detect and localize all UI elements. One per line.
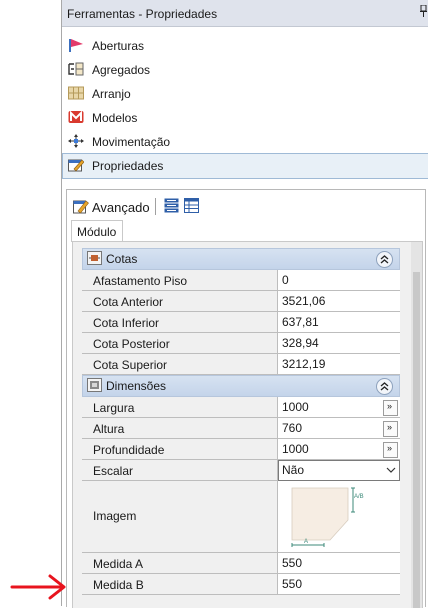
property-value-field[interactable]: 1000 »: [278, 439, 400, 459]
property-name: Escalar: [93, 464, 134, 478]
property-value: 3521,06: [282, 294, 326, 308]
categorized-view-icon[interactable]: [164, 198, 179, 213]
property-name: Cota Inferior: [93, 316, 160, 330]
property-value: 1000: [282, 442, 309, 456]
pin-icon[interactable]: [420, 5, 427, 17]
property-name: Imagem: [93, 509, 137, 523]
property-value: 328,94: [282, 336, 319, 350]
tool-aberturas[interactable]: Aberturas: [62, 33, 428, 57]
property-rows: Cotas Afastamento Piso 0 Cota Anterior 3…: [82, 248, 400, 595]
property-value-field[interactable]: 3521,06: [278, 291, 400, 311]
property-value-field[interactable]: 328,94: [278, 333, 400, 353]
thumb-side-label: A/B: [354, 494, 364, 500]
cotas-icon: [87, 251, 102, 265]
movimentacao-icon: [68, 134, 84, 148]
vertical-scrollbar[interactable]: [411, 242, 422, 608]
property-row: Cota Posterior 328,94: [82, 333, 400, 354]
tool-arranjo[interactable]: Arranjo: [62, 81, 428, 105]
property-row: Altura 760 »: [82, 418, 400, 439]
tool-label: Agregados: [92, 63, 151, 77]
tab-modulo[interactable]: Módulo: [71, 220, 123, 242]
property-value: 760: [282, 421, 303, 435]
property-value-field[interactable]: 1000 »: [278, 397, 400, 417]
property-row: Escalar Não: [82, 460, 400, 481]
properties-panel: Ferramentas - Propriedades Aberturas Agr…: [61, 0, 428, 608]
ellipsis-button[interactable]: »: [383, 400, 398, 416]
panel-title-bar: Ferramentas - Propriedades: [62, 0, 428, 27]
collapse-icon[interactable]: [376, 378, 393, 395]
property-name: Afastamento Piso: [93, 274, 188, 288]
thumb-bottom-label: A: [304, 539, 308, 545]
image-preview[interactable]: A/B A: [278, 481, 400, 552]
property-value: 1000: [282, 400, 309, 414]
section-header-dimensoes[interactable]: Dimensões: [82, 375, 400, 397]
tool-label: Modelos: [92, 111, 138, 125]
property-name: Cota Anterior: [93, 295, 164, 309]
property-row: Cota Anterior 3521,06: [82, 291, 400, 312]
toolbar-separator: [155, 198, 156, 215]
property-grid: Cotas Afastamento Piso 0 Cota Anterior 3…: [72, 241, 423, 608]
property-value: 0: [282, 273, 289, 287]
property-row: Imagem A/B A: [82, 481, 400, 553]
edit-properties-icon: [73, 200, 89, 214]
table-view-icon[interactable]: [184, 198, 199, 213]
escalar-dropdown[interactable]: Não: [278, 460, 400, 481]
section-label: Cotas: [106, 252, 138, 266]
property-value: 550: [282, 577, 303, 591]
tab-strip: Módulo: [67, 220, 425, 242]
scrollbar-thumb[interactable]: [413, 272, 420, 608]
tool-label: Arranjo: [92, 87, 131, 101]
property-name: Cota Posterior: [93, 337, 170, 351]
property-value-field[interactable]: 0: [278, 270, 400, 290]
arranjo-icon: [68, 86, 84, 100]
property-value-field[interactable]: 550: [278, 574, 400, 594]
property-row: Cota Inferior 637,81: [82, 312, 400, 333]
property-value: 637,81: [282, 315, 319, 329]
property-row: Profundidade 1000 »: [82, 439, 400, 460]
tool-modelos[interactable]: Modelos: [62, 105, 428, 129]
tool-label: Propriedades: [92, 159, 164, 173]
property-value: 550: [282, 556, 303, 570]
aberturas-icon: [69, 39, 83, 52]
collapse-icon[interactable]: [376, 251, 393, 268]
property-name: Medida B: [93, 578, 144, 592]
property-value-field[interactable]: 550: [278, 553, 400, 573]
properties-editor: Avançado Módulo Cotas Afastamento Piso 0…: [66, 189, 426, 608]
property-row: Cota Superior 3212,19: [82, 354, 400, 375]
property-name: Largura: [93, 401, 135, 415]
property-name: Altura: [93, 422, 125, 436]
property-name: Profundidade: [93, 443, 165, 457]
property-name: Medida A: [93, 557, 144, 571]
tool-label: Movimentação: [92, 135, 171, 149]
property-value-field[interactable]: 637,81: [278, 312, 400, 332]
propriedades-icon: [68, 159, 84, 172]
dimensoes-icon: [87, 378, 102, 392]
section-label: Dimensões: [106, 379, 167, 393]
dropdown-value: Não: [282, 463, 305, 477]
tool-list: Aberturas Agregados Arranjo Modelos Movi…: [62, 33, 428, 179]
property-row: Largura 1000 »: [82, 397, 400, 418]
advanced-button[interactable]: Avançado: [92, 200, 150, 215]
shape-thumbnail: A/B A: [291, 487, 364, 547]
property-value-field[interactable]: 3212,19: [278, 354, 400, 374]
property-name: Cota Superior: [93, 358, 168, 372]
tool-agregados[interactable]: Agregados: [62, 57, 428, 81]
tab-label: Módulo: [77, 225, 117, 239]
red-arrow-annotation: [10, 574, 66, 600]
panel-title: Ferramentas - Propriedades: [67, 7, 218, 21]
ellipsis-button[interactable]: »: [383, 442, 398, 458]
modelos-icon: [68, 110, 84, 123]
tool-movimentacao[interactable]: Movimentação: [62, 129, 428, 153]
chevron-down-icon: [386, 467, 396, 473]
tool-label: Aberturas: [92, 39, 145, 53]
agregados-icon: [68, 62, 84, 76]
property-row: Medida A 550: [82, 553, 400, 574]
section-header-cotas[interactable]: Cotas: [82, 248, 400, 270]
property-row: Afastamento Piso 0: [82, 270, 400, 291]
tool-propriedades[interactable]: Propriedades: [62, 153, 428, 179]
ellipsis-button[interactable]: »: [383, 421, 398, 437]
property-value-field[interactable]: 760 »: [278, 418, 400, 438]
property-value: 3212,19: [282, 357, 326, 371]
property-row: Medida B 550: [82, 574, 400, 595]
